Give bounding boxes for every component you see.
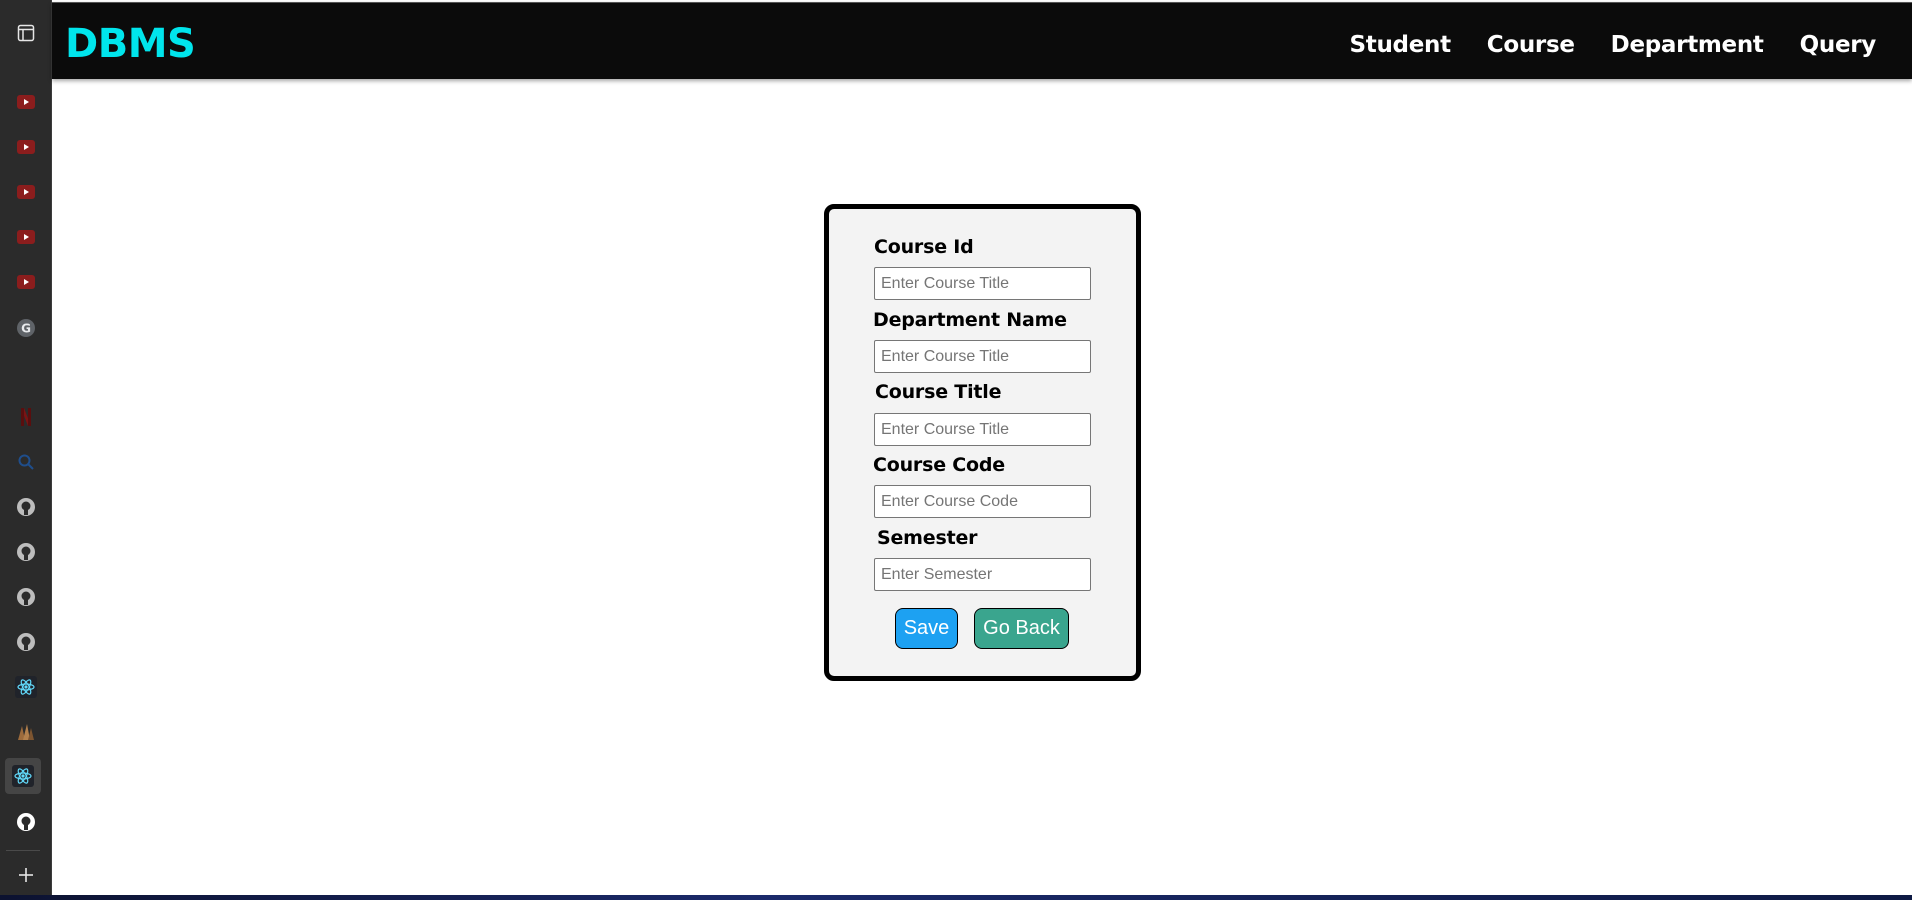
github-icon[interactable] (13, 629, 39, 655)
course-title-input[interactable] (874, 413, 1091, 446)
course-title-label: Course Title (875, 381, 1002, 403)
youtube-icon[interactable] (13, 269, 39, 295)
nav-link-department[interactable]: Department (1611, 31, 1764, 59)
course-form: Course Id Department Name Course Title C… (824, 204, 1141, 681)
semester-input[interactable] (874, 558, 1091, 591)
course-id-label: Course Id (874, 236, 974, 258)
netflix-icon[interactable] (13, 404, 39, 430)
react-icon[interactable] (13, 674, 39, 700)
search-icon[interactable] (13, 449, 39, 475)
github-icon[interactable] (13, 809, 39, 835)
github-icon[interactable] (13, 539, 39, 565)
nav-link-query[interactable]: Query (1800, 31, 1877, 59)
course-id-input[interactable] (874, 267, 1091, 300)
github-icon[interactable] (13, 494, 39, 520)
course-code-label: Course Code (873, 454, 1005, 476)
app-icon[interactable] (13, 719, 39, 745)
department-name-label: Department Name (873, 309, 1067, 331)
tab-panel-icon[interactable] (13, 20, 39, 46)
youtube-icon[interactable] (13, 134, 39, 160)
sidebar-divider (6, 850, 40, 851)
youtube-icon[interactable] (13, 179, 39, 205)
youtube-icon[interactable] (13, 89, 39, 115)
react-icon[interactable] (5, 758, 41, 794)
nav-link-course[interactable]: Course (1487, 31, 1575, 59)
brand-logo[interactable]: DBMS (65, 22, 196, 66)
add-icon[interactable] (13, 862, 39, 888)
course-code-input[interactable] (874, 485, 1091, 518)
taskbar-edge (0, 895, 1912, 900)
semester-label: Semester (877, 527, 978, 549)
youtube-icon[interactable] (13, 224, 39, 250)
nav-link-student[interactable]: Student (1350, 31, 1452, 59)
go-back-button[interactable]: Go Back (974, 608, 1069, 649)
nav-links: Student Course Department Query (1350, 31, 1877, 59)
github-icon[interactable] (13, 584, 39, 610)
navbar: DBMS Student Course Department Query (52, 2, 1912, 79)
save-button[interactable]: Save (895, 608, 958, 649)
browser-sidebar: G (0, 0, 52, 900)
svg-text:G: G (21, 322, 31, 336)
google-icon[interactable]: G (13, 315, 39, 341)
department-name-input[interactable] (874, 340, 1091, 373)
